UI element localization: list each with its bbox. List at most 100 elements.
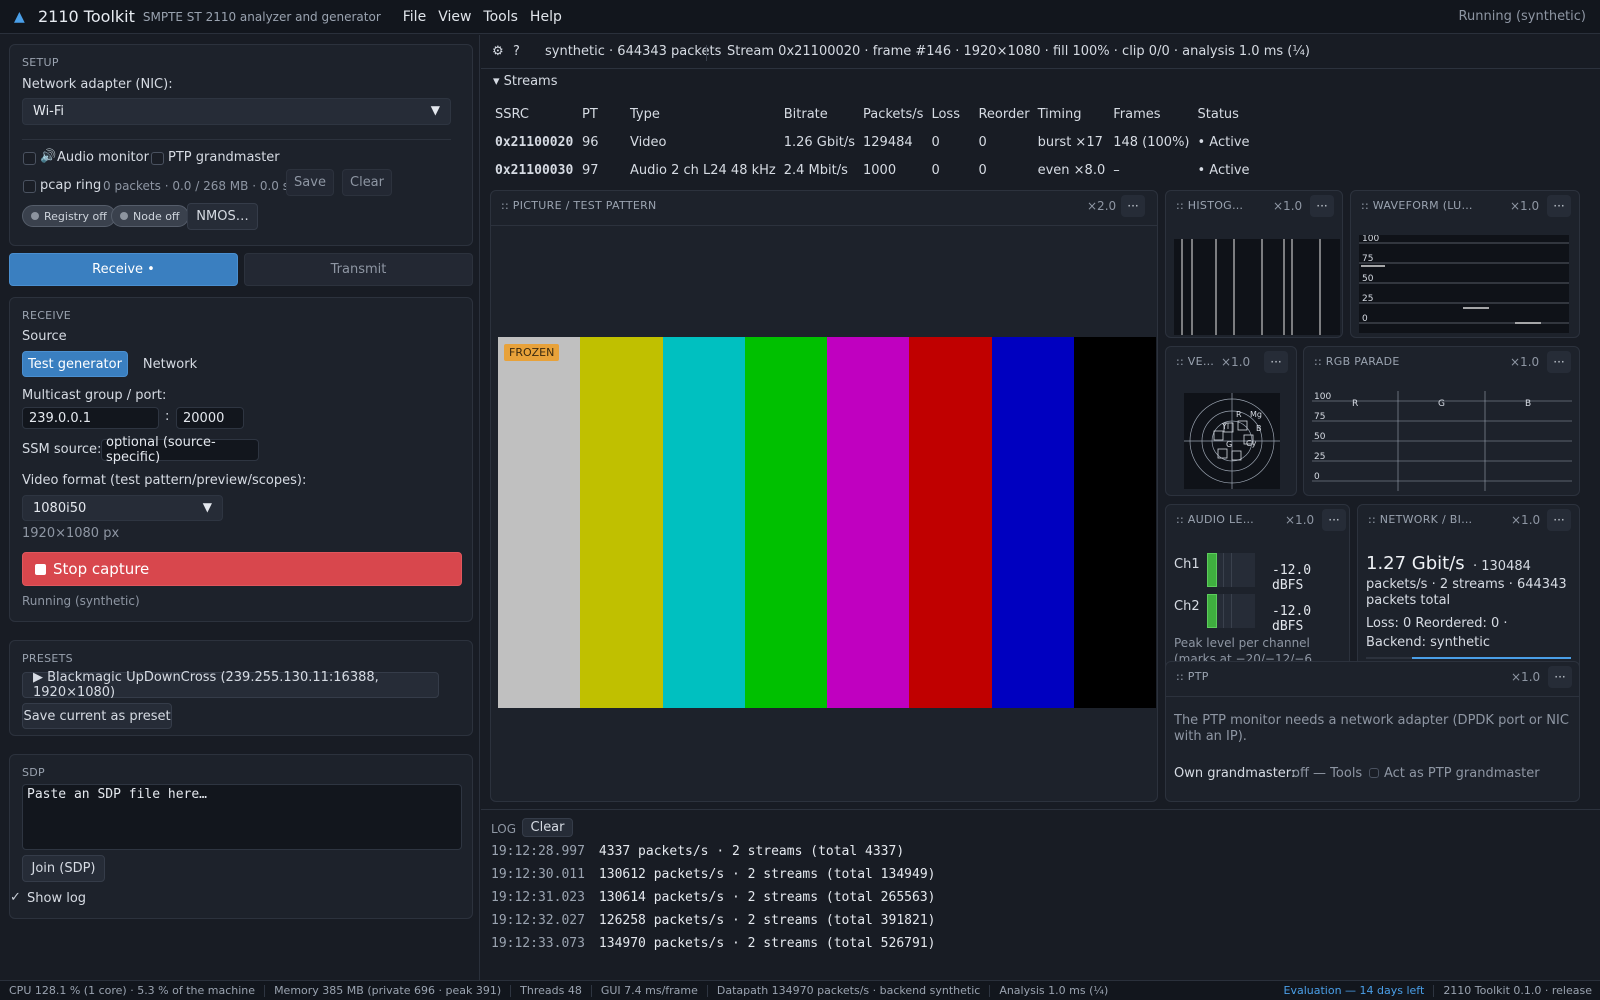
waveform-plot: 100 75 50 25 0: [1359, 235, 1569, 333]
table-row[interactable]: 0x21100030 97 Audio 2 ch L24 48 kHz 2.4 …: [495, 156, 1268, 184]
network-menu-button[interactable]: ···: [1547, 509, 1571, 531]
cell-timing: burst ×17: [1037, 134, 1103, 150]
parade-menu-button[interactable]: ···: [1547, 351, 1571, 373]
col-packets[interactable]: Packets/s: [863, 100, 931, 128]
video-format-select[interactable]: 1080i50 ▼: [22, 495, 223, 521]
evaluation-link[interactable]: Evaluation — 14 days left: [1275, 984, 1435, 997]
speaker-icon: 🔊: [40, 149, 57, 164]
cell-ssrc: 0x21100020: [495, 134, 574, 150]
picture-zoom[interactable]: ×2.0: [1087, 199, 1116, 213]
menu-file[interactable]: File: [403, 9, 426, 25]
pcap-clear-button[interactable]: Clear: [342, 169, 392, 196]
show-log-toggle[interactable]: Show log: [27, 891, 86, 906]
parade-title[interactable]: :: RGB PARADE: [1314, 355, 1400, 368]
col-type[interactable]: Type: [630, 100, 784, 128]
ssm-source-input[interactable]: optional (source-specific): [101, 435, 259, 465]
parade-zoom[interactable]: ×1.0: [1510, 355, 1539, 369]
transmit-mode-button[interactable]: Transmit: [244, 253, 473, 286]
waveform-menu-button[interactable]: ···: [1547, 195, 1571, 217]
waveform-zoom[interactable]: ×1.0: [1510, 199, 1539, 213]
cell-pt: 97: [582, 162, 599, 178]
ptp-grandmaster-checkbox[interactable]: [151, 152, 164, 165]
pcap-save-button[interactable]: Save: [286, 169, 334, 196]
histogram-menu-button[interactable]: ···: [1310, 195, 1334, 217]
divider: [1166, 696, 1579, 697]
stop-capture-button[interactable]: Stop capture: [22, 552, 462, 586]
setup-heading: SETUP: [22, 56, 59, 69]
help-icon[interactable]: ?: [513, 44, 520, 59]
preset-item-blackmagic[interactable]: ▶ Blackmagic UpDownCross (239.255.130.11…: [22, 670, 439, 700]
log-message: 130614 packets/s · 2 streams (total 2655…: [598, 890, 936, 905]
pcap-ring-checkbox[interactable]: [23, 180, 36, 193]
audio-monitor-label: Audio monitor: [57, 150, 149, 165]
audio-menu-button[interactable]: ···: [1322, 509, 1346, 531]
save-preset-button[interactable]: Save current as preset: [22, 703, 172, 729]
ssm-label: SSM source:: [22, 442, 102, 457]
col-reorder[interactable]: Reorder: [978, 100, 1037, 128]
vectorscope-title[interactable]: :: VE…: [1176, 355, 1214, 368]
act-as-gm-checkbox[interactable]: [1369, 768, 1379, 778]
status-bar: CPU 128.1 % (1 core) · 5.3 % of the mach…: [0, 980, 1600, 1000]
waveform-title[interactable]: :: WAVEFORM (LU…: [1361, 199, 1473, 212]
network-pps: · 130484: [1473, 559, 1531, 574]
col-pt[interactable]: PT: [582, 100, 630, 128]
multicast-port-input[interactable]: 20000: [176, 407, 244, 429]
menu-help[interactable]: Help: [530, 9, 562, 25]
multicast-group-input[interactable]: 239.0.0.1: [22, 407, 159, 429]
parade-label-g: G: [1438, 399, 1445, 409]
picture-menu-button[interactable]: ···: [1121, 195, 1145, 217]
nmos-button[interactable]: NMOS…: [187, 203, 258, 230]
ptp-gm-label: Own grandmaster:: [1174, 766, 1296, 781]
parade-tick-25: 25: [1314, 452, 1325, 462]
histogram-title[interactable]: :: HISTOG…: [1176, 199, 1243, 212]
ptp-menu-button[interactable]: ···: [1548, 666, 1572, 688]
network-sparkline-fill: [1412, 657, 1571, 659]
nic-select[interactable]: Wi-Fi ▼: [22, 98, 451, 125]
join-sdp-button[interactable]: Join (SDP): [22, 855, 105, 882]
log-clear-button[interactable]: Clear: [522, 818, 573, 837]
audio-ch2-bar: [1207, 594, 1217, 628]
registry-toggle[interactable]: Registry off: [22, 205, 116, 227]
receive-mode-button[interactable]: Receive •: [9, 253, 238, 286]
cell-bitrate: 1.26 Gbit/s: [783, 134, 855, 150]
audio-title[interactable]: :: AUDIO LE…: [1176, 513, 1254, 526]
color-bar: [498, 337, 581, 708]
cell-bitrate: 2.4 Mbit/s: [783, 162, 848, 178]
vector-label-b: B: [1256, 424, 1262, 433]
parade-label-b: B: [1525, 399, 1531, 409]
ptp-title[interactable]: :: PTP: [1176, 670, 1209, 683]
audio-monitor-checkbox[interactable]: [23, 152, 36, 165]
table-row[interactable]: 0x21100020 96 Video 1.26 Gbit/s 129484 0…: [495, 128, 1268, 156]
network-title[interactable]: :: NETWORK / BI…: [1368, 513, 1473, 526]
pcap-ring-label: pcap ring: [40, 178, 102, 193]
menu-view[interactable]: View: [438, 9, 471, 25]
col-status[interactable]: Status: [1198, 100, 1268, 128]
col-bitrate[interactable]: Bitrate: [784, 100, 863, 128]
col-ssrc[interactable]: SSRC: [495, 100, 582, 128]
source-network-button[interactable]: Network: [134, 351, 206, 377]
gear-icon[interactable]: ⚙: [492, 44, 504, 59]
network-zoom[interactable]: ×1.0: [1511, 513, 1540, 527]
streams-toggle[interactable]: ▾ Streams: [493, 74, 557, 89]
stop-icon: [35, 563, 46, 575]
presets-card: PRESETS ▶ Blackmagic UpDownCross (239.25…: [9, 640, 473, 736]
col-loss[interactable]: Loss: [931, 100, 978, 128]
sdp-textarea[interactable]: Paste an SDP file here…: [22, 784, 462, 850]
meter-tick: [1223, 594, 1224, 628]
menu-tools[interactable]: Tools: [483, 9, 518, 25]
audio-zoom[interactable]: ×1.0: [1285, 513, 1314, 527]
vectorscope-zoom[interactable]: ×1.0: [1221, 355, 1250, 369]
col-frames[interactable]: Frames: [1113, 100, 1197, 128]
source-test-generator-button[interactable]: Test generator: [22, 351, 128, 377]
col-timing[interactable]: Timing: [1038, 100, 1114, 128]
ptp-zoom[interactable]: ×1.0: [1511, 670, 1540, 684]
title-bar: ▲ 2110 Toolkit SMPTE ST 2110 analyzer an…: [0, 0, 1600, 34]
picture-title[interactable]: :: PICTURE / TEST PATTERN: [501, 199, 657, 212]
cell-ssrc: 0x21100030: [495, 162, 574, 178]
ptp-grandmaster-label: PTP grandmaster: [168, 150, 280, 165]
vectorscope-menu-button[interactable]: ···: [1264, 351, 1288, 373]
pcap-stats: 0 packets · 0.0 / 268 MB · 0.0 s: [103, 179, 289, 193]
node-toggle[interactable]: Node off: [111, 205, 189, 227]
video-format-value: 1080i50: [33, 500, 87, 516]
histogram-zoom[interactable]: ×1.0: [1273, 199, 1302, 213]
